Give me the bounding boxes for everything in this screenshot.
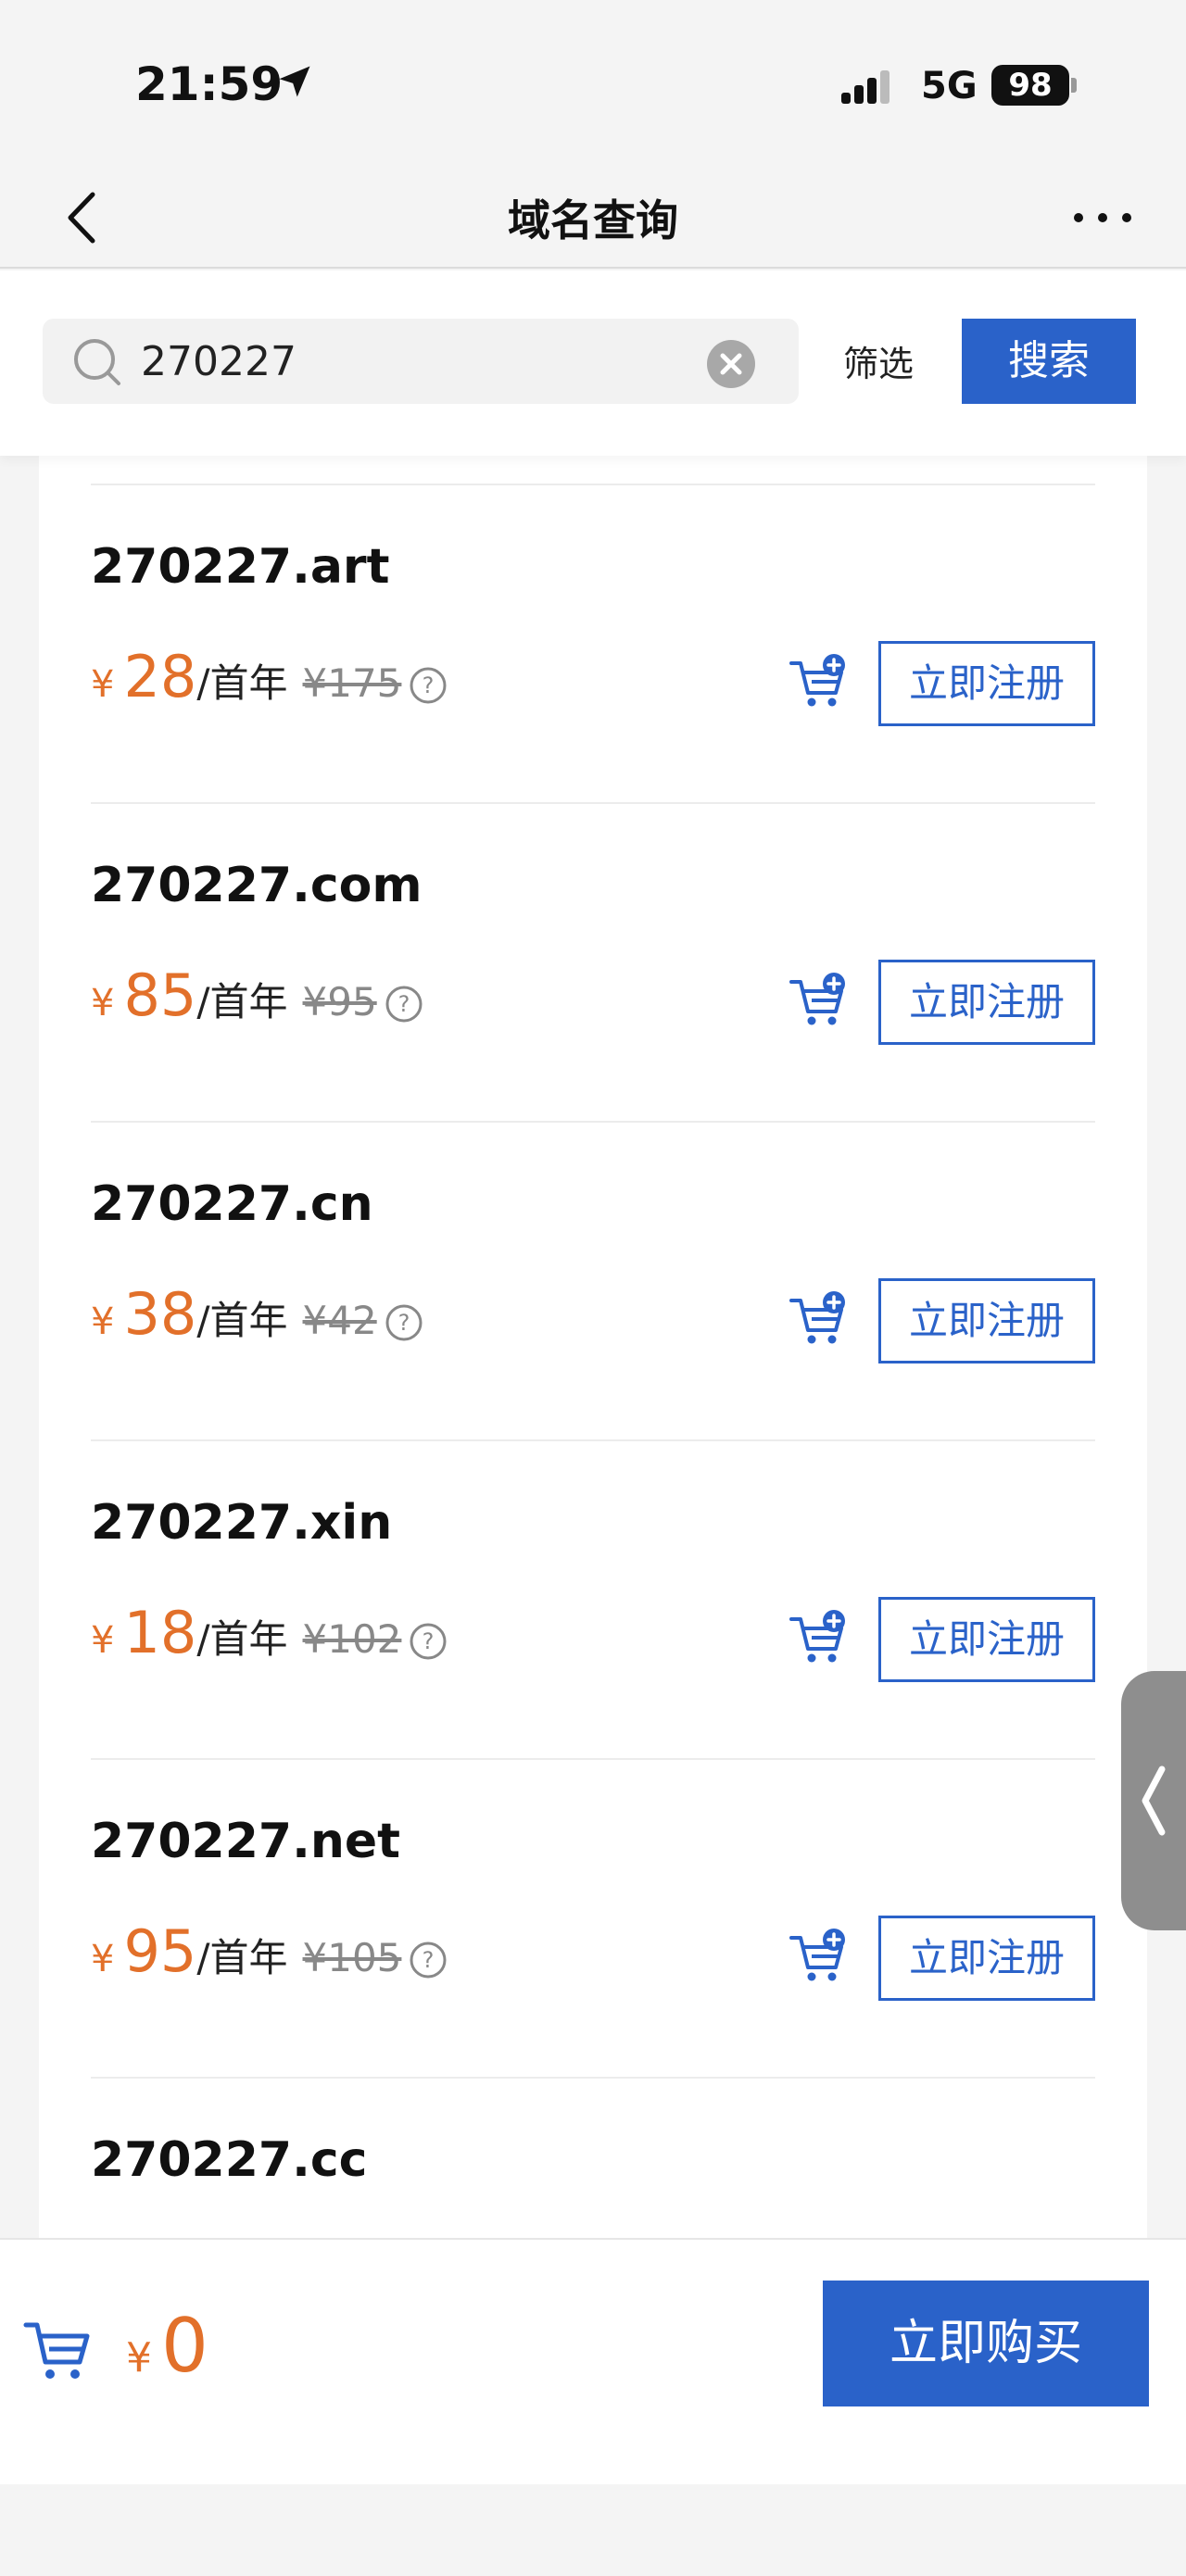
home-indicator-area bbox=[0, 2484, 1186, 2576]
price-unit: /首年 bbox=[196, 1616, 288, 1662]
domain-name: 270227.xin bbox=[91, 1495, 393, 1551]
svg-text:?: ? bbox=[397, 991, 410, 1017]
domain-name: 270227.net bbox=[91, 1814, 400, 1869]
price: 95 bbox=[123, 1917, 197, 1985]
original-price: ¥42 bbox=[302, 1298, 377, 1343]
register-button[interactable]: 立即注册 bbox=[878, 1278, 1095, 1363]
original-price: ¥175 bbox=[302, 660, 402, 706]
price: 38 bbox=[123, 1280, 197, 1348]
help-icon[interactable]: ? bbox=[409, 666, 448, 705]
price: 85 bbox=[123, 961, 197, 1029]
help-icon[interactable]: ? bbox=[409, 1941, 448, 1979]
domain-name: 270227.cn bbox=[91, 1176, 373, 1232]
network-type: 5G bbox=[921, 65, 978, 107]
search-box bbox=[43, 319, 799, 404]
register-button[interactable]: 立即注册 bbox=[878, 960, 1095, 1045]
currency-symbol: ¥ bbox=[91, 1301, 115, 1343]
domain-item: 270227.xin ¥ 18 /首年 ¥102 ? 立即注册 bbox=[91, 1441, 1095, 1760]
more-options-icon[interactable] bbox=[1066, 195, 1140, 241]
help-icon[interactable]: ? bbox=[385, 985, 423, 1024]
price-row: ¥ 38 /首年 ¥42 ? bbox=[91, 1280, 423, 1354]
currency-symbol: ¥ bbox=[126, 2334, 152, 2381]
location-arrow-icon bbox=[279, 66, 310, 97]
svg-text:?: ? bbox=[397, 1310, 410, 1336]
nav-header: 域名查询 bbox=[0, 167, 1186, 269]
status-time: 21:59 bbox=[135, 57, 284, 111]
buy-now-button[interactable]: 立即购买 bbox=[823, 2281, 1149, 2406]
add-to-cart-icon[interactable] bbox=[788, 1288, 849, 1349]
clear-icon[interactable] bbox=[706, 339, 756, 389]
filter-button[interactable]: 筛选 bbox=[843, 335, 914, 386]
side-drawer-handle[interactable] bbox=[1121, 1671, 1186, 1930]
original-price: ¥102 bbox=[302, 1616, 402, 1662]
add-to-cart-icon[interactable] bbox=[788, 1606, 849, 1667]
domain-item: 270227.net ¥ 95 /首年 ¥105 ? 立即注册 bbox=[91, 1760, 1095, 2079]
search-icon bbox=[74, 339, 120, 385]
domain-item: 270227.cn ¥ 38 /首年 ¥42 ? 立即注册 bbox=[91, 1123, 1095, 1441]
price-row: ¥ 95 /首年 ¥105 ? bbox=[91, 1917, 448, 1992]
currency-symbol: ¥ bbox=[91, 1619, 115, 1662]
add-to-cart-icon[interactable] bbox=[788, 969, 849, 1030]
domain-item: 270227.art ¥ 28 /首年 ¥175 ? 立即注册 bbox=[91, 485, 1095, 804]
domain-item: 270227.cc bbox=[91, 2079, 1095, 2240]
svg-text:?: ? bbox=[423, 1947, 435, 1973]
currency-symbol: ¥ bbox=[91, 982, 115, 1024]
battery-cap bbox=[1071, 78, 1077, 93]
domain-name: 270227.art bbox=[91, 539, 390, 595]
domain-name: 270227.com bbox=[91, 858, 423, 913]
svg-text:?: ? bbox=[423, 1628, 435, 1654]
price-row: ¥ 28 /首年 ¥175 ? bbox=[91, 643, 448, 717]
price-row: ¥ 18 /首年 ¥102 ? bbox=[91, 1599, 448, 1673]
price-unit: /首年 bbox=[196, 979, 288, 1024]
add-to-cart-icon[interactable] bbox=[788, 1925, 849, 1986]
original-price: ¥95 bbox=[302, 979, 377, 1024]
price: 18 bbox=[123, 1599, 197, 1666]
cart-total-amount: 0 bbox=[161, 2303, 208, 2389]
battery-indicator: 98 bbox=[991, 65, 1069, 106]
domain-list: 270227.art ¥ 28 /首年 ¥175 ? 立即注册 270227.c… bbox=[39, 456, 1147, 2240]
register-button[interactable]: 立即注册 bbox=[878, 1597, 1095, 1682]
original-price: ¥105 bbox=[302, 1935, 402, 1980]
help-icon[interactable]: ? bbox=[385, 1303, 423, 1342]
price-row: ¥ 85 /首年 ¥95 ? bbox=[91, 961, 423, 1036]
help-icon[interactable]: ? bbox=[409, 1622, 448, 1661]
currency-symbol: ¥ bbox=[91, 1938, 115, 1980]
cart-icon[interactable] bbox=[22, 2314, 93, 2384]
price-unit: /首年 bbox=[196, 1935, 288, 1980]
cart-total: ¥ 0 bbox=[126, 2303, 208, 2389]
price: 28 bbox=[123, 643, 197, 710]
price-unit: /首年 bbox=[196, 1298, 288, 1343]
search-input[interactable] bbox=[141, 328, 715, 395]
add-to-cart-icon[interactable] bbox=[788, 650, 849, 711]
currency-symbol: ¥ bbox=[91, 663, 115, 706]
search-button[interactable]: 搜索 bbox=[962, 319, 1136, 404]
domain-item: 270227.com ¥ 85 /首年 ¥95 ? 立即注册 bbox=[91, 804, 1095, 1123]
register-button[interactable]: 立即注册 bbox=[878, 1916, 1095, 2001]
svg-text:?: ? bbox=[423, 672, 435, 698]
signal-icon bbox=[841, 70, 890, 104]
page-title: 域名查询 bbox=[508, 195, 678, 245]
register-button[interactable]: 立即注册 bbox=[878, 641, 1095, 726]
search-area: 筛选 搜索 bbox=[0, 270, 1186, 456]
chevron-left-icon bbox=[1142, 1766, 1166, 1836]
domain-name: 270227.cc bbox=[91, 2132, 368, 2188]
status-bar: 21:59 5G 98 bbox=[0, 0, 1186, 167]
price-unit: /首年 bbox=[196, 660, 288, 706]
bottom-bar: ¥ 0 立即购买 bbox=[0, 2238, 1186, 2484]
